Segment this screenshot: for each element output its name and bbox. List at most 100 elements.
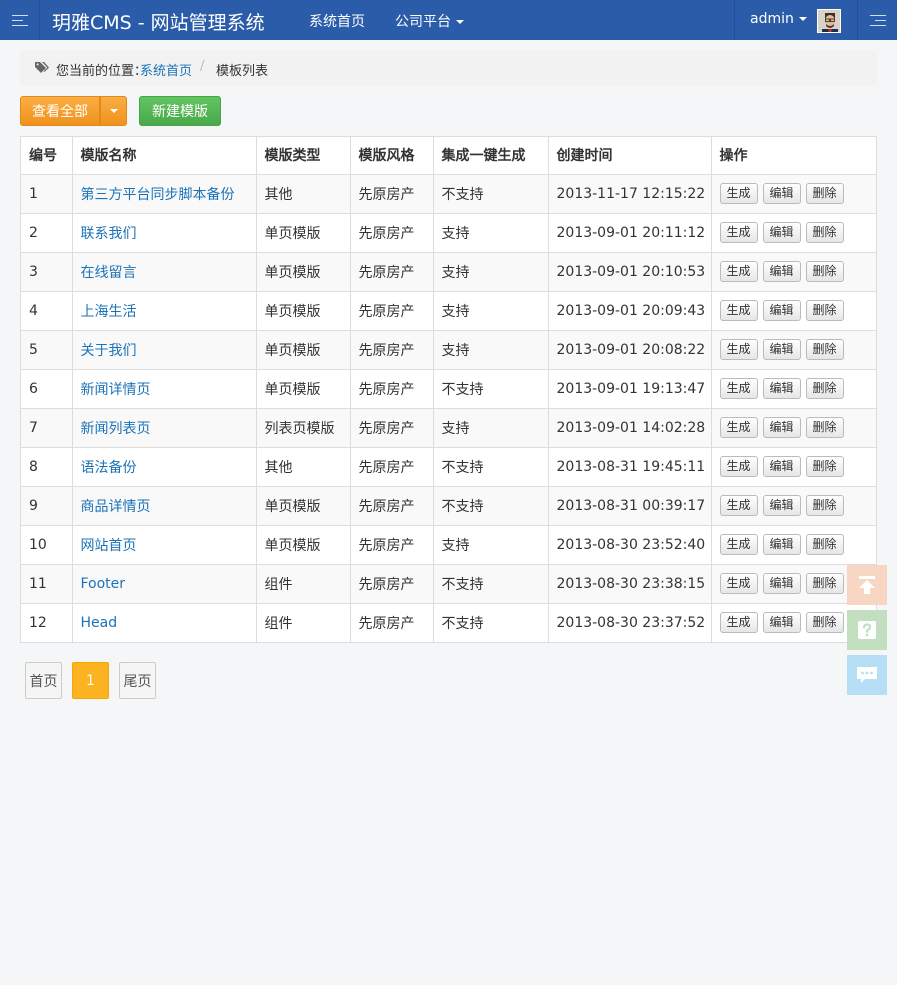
generate-button[interactable]: 生成 [719,573,758,594]
edit-button[interactable]: 编辑 [762,456,801,477]
template-name-link[interactable]: 商品详情页 [81,499,151,515]
table-row: 4 上海生活 单页模版 先原房产 支持 2013-09-01 20:09:43 生成 编辑 删除 [21,291,876,331]
template-name-link[interactable]: 联系我们 [81,226,137,242]
edit-button[interactable]: 编辑 [762,339,801,360]
template-name-link[interactable]: Footer [81,576,126,592]
generate-button[interactable]: 生成 [719,456,758,477]
cell-type: 单页模版 [256,486,351,526]
delete-button[interactable]: 删除 [805,261,844,282]
cell-style: 先原房产 [350,213,434,253]
cell-type: 其他 [256,447,351,487]
table-row: 5 关于我们 单页模版 先原房产 支持 2013-09-01 20:08:22 生成 编辑 删除 [21,330,876,370]
delete-button[interactable]: 删除 [805,300,844,321]
delete-button[interactable]: 删除 [805,183,844,204]
edit-button[interactable]: 编辑 [762,261,801,282]
cell-name: 新闻列表页 [72,408,257,448]
cell-id: 9 [21,486,73,526]
user-menu-button[interactable]: admin [750,11,807,27]
delete-button[interactable]: 删除 [805,534,844,555]
sidebar-toggle-button[interactable] [0,0,40,40]
new-template-button[interactable]: 新建模版 [139,96,221,126]
generate-button[interactable]: 生成 [719,183,758,204]
delete-button[interactable]: 删除 [805,222,844,243]
brand-title[interactable]: 玥雅CMS - 网站管理系统 [52,8,265,35]
view-all-dropdown-button[interactable] [100,96,127,126]
edit-button[interactable]: 编辑 [762,300,801,321]
delete-button[interactable]: 删除 [805,378,844,399]
cell-id: 11 [21,564,73,604]
template-name-link[interactable]: 网站首页 [81,538,137,554]
page-button-current[interactable]: 1 [72,662,109,699]
generate-button[interactable]: 生成 [719,300,758,321]
cell-name: 在线留言 [72,252,257,292]
template-name-link[interactable]: 第三方平台同步脚本备份 [81,187,235,203]
cell-name: 商品详情页 [72,486,257,526]
cell-type: 单页模版 [256,369,351,409]
table-row: 8 语法备份 其他 先原房产 不支持 2013-08-31 19:45:11 生成 编辑 删除 [21,447,876,487]
delete-button[interactable]: 删除 [805,339,844,360]
template-name-link[interactable]: Head [81,615,118,631]
cell-name: 第三方平台同步脚本备份 [72,174,257,214]
chevron-down-icon [109,109,118,113]
table-row: 9 商品详情页 单页模版 先原房产 不支持 2013-08-31 00:39:17 生成 编辑… [21,486,876,526]
cell-created: 2013-09-01 20:08:22 [548,330,712,370]
cell-oneclick: 支持 [433,291,549,331]
first-page-button[interactable]: 首页 [25,662,62,699]
table-row: 6 新闻详情页 单页模版 先原房产 不支持 2013-09-01 19:13:47 生成 编辑… [21,369,876,409]
generate-button[interactable]: 生成 [719,495,758,516]
template-name-link[interactable]: 新闻列表页 [81,421,151,437]
cell-name: 上海生活 [72,291,257,331]
column-header-created: 创建时间 [548,137,712,175]
column-header-name: 模版名称 [72,137,257,175]
edit-button[interactable]: 编辑 [762,417,801,438]
cell-actions: 生成 编辑 删除 [711,369,876,409]
help-button[interactable] [847,610,887,650]
breadcrumb-home-link[interactable]: 系统首页 [140,60,192,79]
edit-button[interactable]: 编辑 [762,183,801,204]
edit-button[interactable]: 编辑 [762,222,801,243]
right-panel-toggle-button[interactable] [857,0,897,40]
top-navbar: 玥雅CMS - 网站管理系统 系统首页 公司平台 admin [0,0,897,40]
template-name-link[interactable]: 语法备份 [81,460,137,476]
delete-button[interactable]: 删除 [805,612,844,634]
cell-created: 2013-09-01 20:10:53 [548,252,712,292]
user-menu[interactable]: admin [734,0,857,40]
edit-button[interactable]: 编辑 [762,378,801,399]
delete-button[interactable]: 删除 [805,456,844,477]
template-name-link[interactable]: 新闻详情页 [81,382,151,398]
template-name-link[interactable]: 在线留言 [81,265,137,281]
last-page-button[interactable]: 尾页 [119,662,156,699]
cell-style: 先原房产 [350,525,434,565]
table-row: 3 在线留言 单页模版 先原房产 支持 2013-09-01 20:10:53 生成 编辑 删除 [21,252,876,292]
template-name-link[interactable]: 上海生活 [81,304,137,320]
nav-link-home[interactable]: 系统首页 [309,11,365,31]
generate-button[interactable]: 生成 [719,339,758,360]
delete-button[interactable]: 删除 [805,573,844,594]
generate-button[interactable]: 生成 [719,534,758,555]
chevron-down-icon [456,20,464,24]
edit-button[interactable]: 编辑 [762,612,801,634]
view-all-button[interactable]: 查看全部 [20,96,100,126]
generate-button[interactable]: 生成 [719,378,758,399]
cell-style: 先原房产 [350,486,434,526]
edit-button[interactable]: 编辑 [762,573,801,594]
edit-button[interactable]: 编辑 [762,495,801,516]
generate-button[interactable]: 生成 [719,612,758,634]
edit-button[interactable]: 编辑 [762,534,801,555]
cell-id: 2 [21,213,73,253]
cell-type: 单页模版 [256,330,351,370]
cell-created: 2013-08-31 00:39:17 [548,486,712,526]
cell-style: 先原房产 [350,291,434,331]
template-name-link[interactable]: 关于我们 [81,343,137,359]
avatar[interactable] [817,9,841,33]
chat-icon [857,667,877,683]
generate-button[interactable]: 生成 [719,417,758,438]
delete-button[interactable]: 删除 [805,417,844,438]
generate-button[interactable]: 生成 [719,261,758,282]
cell-created: 2013-09-01 20:11:12 [548,213,712,253]
generate-button[interactable]: 生成 [719,222,758,243]
nav-link-company-platform[interactable]: 公司平台 [395,11,464,31]
delete-button[interactable]: 删除 [805,495,844,516]
chat-button[interactable] [847,655,887,695]
back-to-top-button[interactable] [847,565,887,605]
